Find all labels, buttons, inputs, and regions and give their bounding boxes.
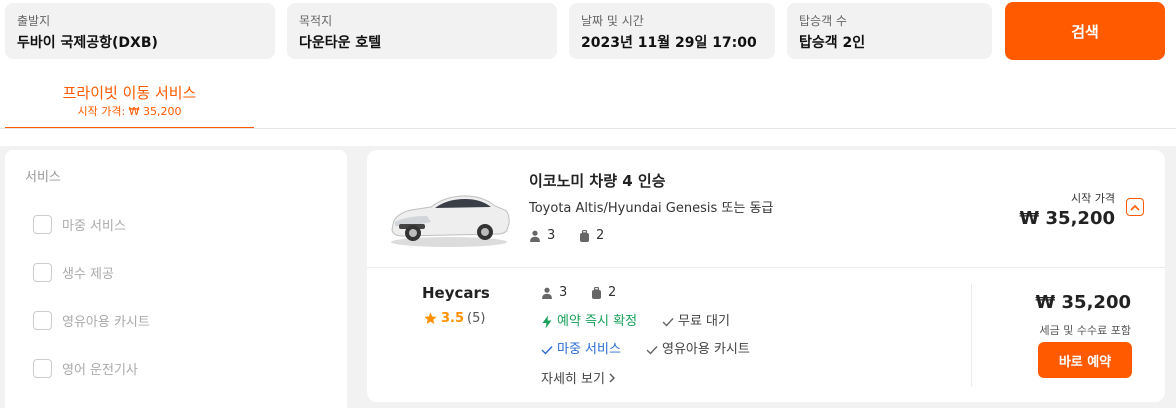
destination-value: 다운타운 호텔 [299, 35, 382, 51]
details-link[interactable]: 자세히 보기 [541, 368, 615, 387]
search-button[interactable]: 검색 [1005, 2, 1165, 60]
chevron-up-icon [1130, 204, 1140, 211]
meet-service-feature: 마중 서비스 [541, 341, 621, 359]
free-wait-label: 무료 대기 [678, 314, 730, 329]
origin-value: 두바이 국제공항(DXB) [17, 35, 158, 51]
offer-price: ₩ 35,200 [1035, 292, 1131, 313]
datetime-value: 2023년 11월 29일 17:00 [581, 35, 757, 51]
check-icon [662, 318, 674, 327]
chevron-right-icon [609, 373, 615, 382]
destination-label: 목적지 [299, 14, 333, 28]
tab-divider [0, 128, 1176, 129]
luggage-icon [580, 230, 589, 242]
instant-confirm-label: 예약 즉시 확정 [557, 314, 638, 329]
check-icon [646, 346, 658, 355]
filter-option-english-driver[interactable]: 영어 운전기사 [25, 356, 327, 380]
car-image [391, 195, 510, 247]
supplier-passenger-count: 3 [559, 285, 568, 300]
checkbox[interactable] [33, 214, 52, 234]
destination-field[interactable]: 목적지 다운타운 호텔 [287, 3, 557, 59]
child-seat-label: 영유아용 카시트 [662, 342, 750, 357]
passengers-value: 탑승객 2인 [799, 35, 866, 51]
check-icon [541, 346, 553, 355]
book-now-button[interactable]: 바로 예약 [1038, 342, 1132, 378]
filter-option-label: 영유아용 카시트 [62, 314, 150, 330]
vehicle-title: 이코노미 차량 4 인승 [529, 172, 666, 190]
collapse-button[interactable] [1126, 198, 1144, 216]
luggage-count: 2 [596, 228, 605, 243]
filter-heading: 서비스 [25, 170, 61, 185]
filter-sidebar: 서비스 마중 서비스 생수 제공 영유아용 카시트 영어 운전기사 [5, 150, 347, 408]
filter-option-water[interactable]: 생수 제공 [25, 260, 327, 284]
passenger-capacity: 3 [529, 227, 555, 245]
meet-service-label: 마중 서비스 [557, 342, 621, 357]
person-icon [542, 287, 552, 299]
search-header: 출발지 두바이 국제공항(DXB) 목적지 다운타운 호텔 날짜 및 시간 20… [0, 0, 1176, 146]
filter-option-meet[interactable]: 마중 서비스 [25, 212, 327, 236]
luggage-icon [592, 286, 601, 299]
luggage-capacity: 2 [579, 227, 604, 245]
origin-field[interactable]: 출발지 두바이 국제공항(DXB) [5, 3, 275, 59]
rating-value: 3.5 [441, 311, 465, 326]
vehicle-result-card: 이코노미 차량 4 인승 Toyota Altis/Hyundai Genesi… [367, 150, 1165, 402]
lightning-icon [542, 315, 552, 329]
datetime-field[interactable]: 날짜 및 시간 2023년 11월 29일 17:00 [569, 3, 775, 59]
vehicle-models: Toyota Altis/Hyundai Genesis 또는 동급 [529, 201, 774, 216]
checkbox[interactable] [33, 262, 52, 282]
card-divider [367, 267, 1165, 268]
child-seat-feature: 영유아용 카시트 [646, 341, 750, 359]
supplier-luggage-count: 2 [608, 285, 617, 300]
passengers-field[interactable]: 탑승객 수 탑승객 2인 [787, 3, 992, 59]
filter-option-label: 마중 서비스 [62, 218, 126, 234]
filter-option-label: 생수 제공 [62, 266, 114, 282]
supplier-rating: 3.5 (5) [424, 311, 485, 326]
passenger-count: 3 [547, 228, 556, 243]
instant-confirm-feature: 예약 즉시 확정 [541, 313, 637, 331]
person-icon [530, 230, 540, 242]
origin-label: 출발지 [17, 14, 51, 28]
star-icon [424, 312, 437, 324]
supplier-passenger-capacity: 3 [541, 285, 567, 300]
from-price: ₩ 35,200 [1019, 208, 1115, 229]
offer-divider [971, 284, 972, 387]
datetime-label: 날짜 및 시간 [581, 14, 644, 28]
checkbox[interactable] [33, 310, 52, 330]
price-note: 세금 및 수수료 포함 [1039, 324, 1131, 337]
details-label: 자세히 보기 [541, 372, 605, 387]
review-count: (5) [467, 311, 486, 326]
from-price-label: 시작 가격 [1071, 192, 1115, 205]
supplier-luggage-capacity: 2 [591, 285, 616, 300]
filter-option-child-seat[interactable]: 영유아용 카시트 [25, 308, 327, 332]
tab-title: 프라이빗 이동 서비스 [62, 84, 197, 102]
passengers-label: 탑승객 수 [799, 14, 847, 28]
tab-private-transfer[interactable]: 프라이빗 이동 서비스 시작 가격: ₩ 35,200 [5, 80, 254, 129]
supplier-name: Heycars [422, 284, 490, 302]
checkbox[interactable] [33, 358, 52, 378]
free-wait-feature: 무료 대기 [662, 313, 730, 331]
filter-option-label: 영어 운전기사 [62, 362, 138, 378]
tab-subtitle: 시작 가격: ₩ 35,200 [77, 105, 182, 118]
